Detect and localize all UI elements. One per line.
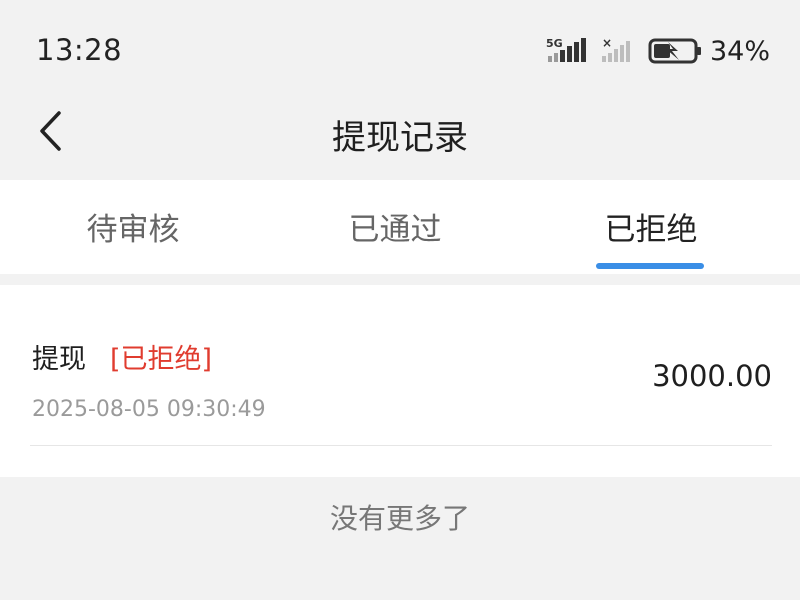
battery-charging-icon (648, 38, 701, 64)
tab-pending[interactable]: 待审核 (0, 180, 266, 274)
signal-no-sim-icon: × (601, 36, 630, 62)
signal-5g-label: 5G (546, 37, 563, 50)
list-item[interactable]: 提现 [已拒绝] 2025-08-05 09:30:49 3000.00 (0, 285, 800, 477)
tab-bar: 待审核 已通过 已拒绝 (0, 180, 800, 274)
record-timestamp: 2025-08-05 09:30:49 (32, 397, 266, 422)
tab-rejected-label: 已拒绝 (604, 212, 698, 248)
divider (30, 445, 772, 446)
record-title: 提现 (32, 344, 86, 375)
tab-approved[interactable]: 已通过 (262, 180, 528, 274)
title-bar: 提现记录 (0, 80, 800, 180)
active-tab-indicator (596, 263, 704, 269)
no-more-text: 没有更多了 (329, 502, 470, 535)
clock-time: 13:28 (36, 33, 123, 67)
page-title: 提现记录 (332, 118, 468, 158)
record-status-badge: [已拒绝] (110, 344, 213, 375)
tab-approved-label: 已通过 (348, 212, 442, 248)
tab-rejected[interactable]: 已拒绝 (518, 180, 784, 274)
tab-pending-label: 待审核 (86, 212, 180, 248)
signal-5g-icon: 5G (546, 37, 586, 62)
status-icons: 5G × 34% (546, 33, 770, 69)
record-amount: 3000.00 (652, 359, 772, 393)
battery-percent: 34% (709, 35, 770, 67)
svg-text:×: × (602, 36, 612, 50)
